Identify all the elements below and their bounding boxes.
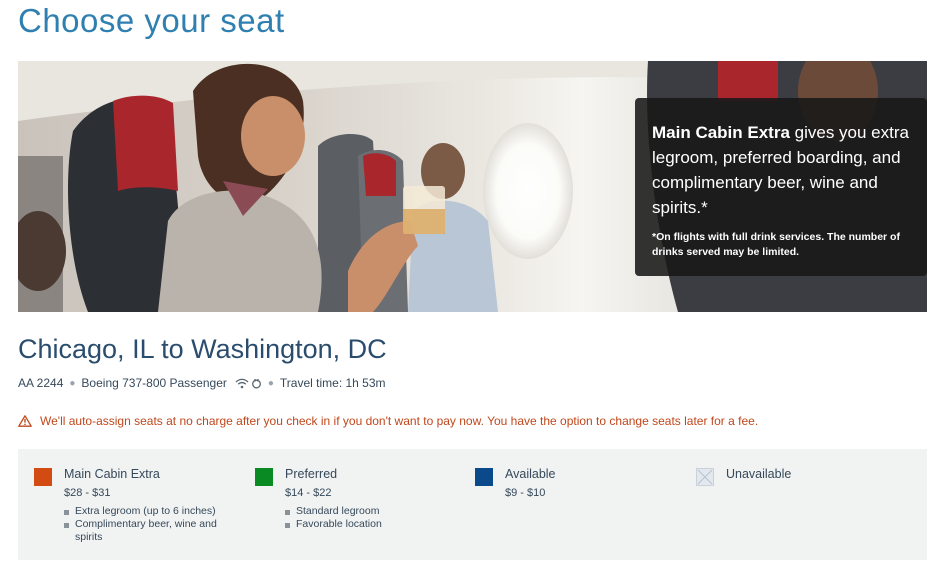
amenities <box>235 378 262 389</box>
legend-feature: Extra legroom (up to 6 inches) <box>64 505 225 518</box>
seat-legend: Main Cabin Extra $28 - $31 Extra legroom… <box>18 449 927 560</box>
flight-number: AA 2244 <box>18 376 64 390</box>
flight-info: AA 2244 ● Boeing 737-800 Passenger ● Tra… <box>18 376 386 390</box>
legend-feature: Favorable location <box>285 518 446 531</box>
legend-label: Preferred <box>285 467 338 481</box>
auto-assign-warning: We'll auto-assign seats at no charge aft… <box>18 414 758 428</box>
separator-dot: ● <box>267 377 274 389</box>
swatch-unavailable-icon <box>696 468 714 486</box>
travel-time: Travel time: 1h 53m <box>279 376 386 390</box>
page-title: Choose your seat <box>18 2 285 39</box>
legend-label: Available <box>505 467 556 481</box>
hero-image: Main Cabin Extra gives you extra legroom… <box>18 61 927 312</box>
wifi-icon <box>235 378 249 388</box>
route-title: Chicago, IL to Washington, DC <box>18 334 387 364</box>
legend-label: Unavailable <box>726 467 792 481</box>
promo-footnote: *On flights with full drink services. Th… <box>652 231 900 258</box>
power-icon <box>251 378 261 388</box>
promo-headline-bold: Main Cabin Extra <box>652 123 790 142</box>
legend-price: $28 - $31 <box>64 487 111 499</box>
legend-features: Standard legroom Favorable location <box>285 505 455 531</box>
legend-feature: Complimentary beer, wine and spirits <box>64 518 225 544</box>
promo-headline: Main Cabin Extra gives you extra legroom… <box>652 120 913 220</box>
legend-price: $9 - $10 <box>505 487 546 499</box>
legend-features: Extra legroom (up to 6 inches) Complimen… <box>64 505 234 544</box>
swatch-main-cabin-extra <box>34 468 52 486</box>
warning-triangle-icon <box>18 415 32 427</box>
legend-feature: Standard legroom <box>285 505 446 518</box>
swatch-available <box>475 468 493 486</box>
aircraft-type: Boeing 737-800 Passenger <box>81 376 227 390</box>
legend-label: Main Cabin Extra <box>64 467 160 481</box>
warning-text: We'll auto-assign seats at no charge aft… <box>40 414 759 428</box>
legend-price: $14 - $22 <box>285 487 332 499</box>
swatch-preferred <box>255 468 273 486</box>
promo-overlay: Main Cabin Extra gives you extra legroom… <box>635 98 927 276</box>
separator-dot: ● <box>69 377 76 389</box>
